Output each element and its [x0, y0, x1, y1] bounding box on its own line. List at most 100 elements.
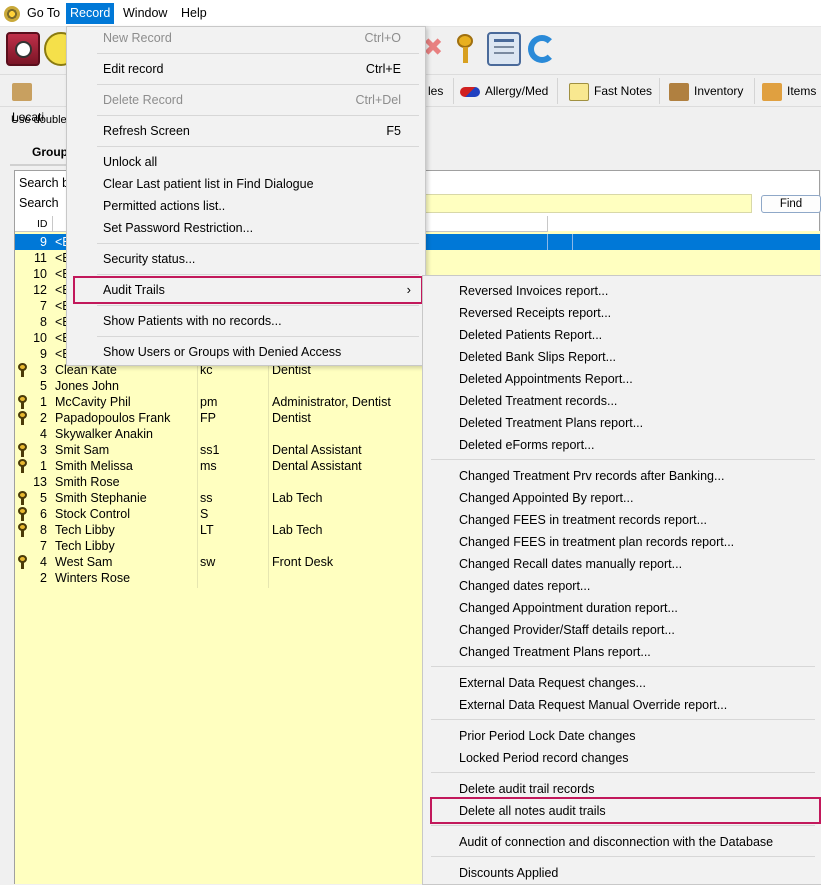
row-name: Papadopoulos Frank	[55, 411, 171, 425]
submenu-item-label: Locked Period record changes	[459, 751, 629, 765]
id-column-header: ID	[37, 218, 48, 230]
row-id: 2	[40, 411, 47, 425]
group-tab[interactable]: Group	[10, 140, 70, 166]
menu-item-label: Security status...	[103, 252, 196, 266]
record-menu-item-edit-record[interactable]: Edit record Ctrl+E	[67, 58, 425, 80]
search-by-label: Search b	[19, 176, 70, 190]
record-menu-item-clear-last-patient-list-in-find-dialogue[interactable]: Clear Last patient list in Find Dialogue	[67, 173, 425, 195]
row-role: Dentist	[272, 411, 311, 425]
tab-fast-notes[interactable]: Fast Notes	[565, 78, 660, 104]
delete-notes-highlight	[430, 797, 821, 824]
submenu-item-label: Deleted Treatment records...	[459, 394, 618, 408]
menu-window[interactable]: Window	[119, 3, 171, 24]
submenu-item-label: Changed Treatment Plans report...	[459, 645, 651, 659]
app-gear-icon[interactable]	[4, 6, 20, 22]
row-role: Front Desk	[272, 555, 334, 569]
audit-item-prior-period-lock-date-changes[interactable]: Prior Period Lock Date changes	[423, 725, 821, 747]
column-divider	[197, 362, 198, 588]
audit-item-audit-of-connection-and-disconnection-with-the-database[interactable]: Audit of connection and disconnection wi…	[423, 831, 821, 853]
row-login: ms	[200, 459, 217, 473]
submenu-item-label: Deleted Bank Slips Report...	[459, 350, 617, 364]
audit-item-changed-fees-in-treatment-plan-records-report[interactable]: Changed FEES in treatment plan records r…	[423, 531, 821, 553]
tab-label: Items	[787, 84, 817, 98]
menu-separator	[97, 115, 419, 116]
refresh-icon[interactable]	[525, 32, 559, 66]
audit-item-deleted-bank-slips-report[interactable]: Deleted Bank Slips Report...	[423, 346, 821, 368]
audit-item-changed-dates-report[interactable]: Changed dates report...	[423, 575, 821, 597]
audit-item-deleted-appointments-report[interactable]: Deleted Appointments Report...	[423, 368, 821, 390]
audit-item-external-data-request-manual-override-report[interactable]: External Data Request Manual Override re…	[423, 694, 821, 716]
audit-item-changed-appointment-duration-report[interactable]: Changed Appointment duration report...	[423, 597, 821, 619]
audit-item-deleted-treatment-records[interactable]: Deleted Treatment records...	[423, 390, 821, 412]
tab-allergy-med[interactable]: Allergy/Med	[456, 78, 558, 104]
submenu-separator	[431, 772, 815, 773]
clock-book-icon[interactable]	[6, 32, 40, 66]
document-icon[interactable]	[487, 32, 521, 66]
row-role: Lab Tech	[272, 491, 323, 505]
record-menu-item-new-record: New Record Ctrl+O	[67, 27, 425, 49]
audit-item-changed-provider-staff-details-report[interactable]: Changed Provider/Staff details report...	[423, 619, 821, 641]
row-id: 12	[33, 283, 47, 297]
tab-roles[interactable]: les	[424, 78, 454, 104]
row-id: 6	[40, 507, 47, 521]
record-menu-item-show-patients-with-no-records[interactable]: Show Patients with no records...	[67, 310, 425, 332]
submenu-separator	[431, 825, 815, 826]
find-button[interactable]: Find	[761, 195, 821, 213]
record-menu-item-show-users-or-groups-with-denied-access[interactable]: Show Users or Groups with Denied Access	[67, 341, 425, 363]
row-id: 10	[33, 267, 47, 281]
group-label: Group	[32, 145, 68, 159]
audit-item-changed-recall-dates-manually-report[interactable]: Changed Recall dates manually report...	[423, 553, 821, 575]
audit-item-deleted-treatment-plans-report[interactable]: Deleted Treatment Plans report...	[423, 412, 821, 434]
tab-locations[interactable]: Locati	[8, 78, 68, 124]
menu-separator	[97, 274, 419, 275]
audit-item-external-data-request-changes[interactable]: External Data Request changes...	[423, 672, 821, 694]
audit-item-reversed-receipts-report[interactable]: Reversed Receipts report...	[423, 302, 821, 324]
row-id: 13	[33, 475, 47, 489]
house-icon	[12, 82, 32, 101]
menu-item-label: Clear Last patient list in Find Dialogue	[103, 177, 314, 191]
row-role: Dental Assistant	[272, 443, 362, 457]
menu-item-label: Edit record	[103, 62, 164, 76]
submenu-item-label: Reversed Invoices report...	[459, 284, 609, 298]
row-id: 9	[40, 235, 47, 249]
key-icon[interactable]	[450, 32, 484, 66]
record-menu-item-unlock-all[interactable]: Unlock all	[67, 151, 425, 173]
record-menu-item-refresh-screen[interactable]: Refresh Screen F5	[67, 120, 425, 142]
row-id: 3	[40, 363, 47, 377]
menu-goto[interactable]: Go To	[23, 3, 64, 24]
items-icon	[762, 82, 782, 101]
audit-item-changed-treatment-plans-report[interactable]: Changed Treatment Plans report...	[423, 641, 821, 663]
tab-inventory[interactable]: Inventory	[665, 78, 755, 104]
audit-item-deleted-eforms-report[interactable]: Deleted eForms report...	[423, 434, 821, 456]
audit-item-changed-treatment-prv-records-after-banking[interactable]: Changed Treatment Prv records after Bank…	[423, 465, 821, 487]
menu-item-label: Delete Record	[103, 93, 183, 107]
search-label: Search	[19, 196, 59, 210]
menu-item-shortcut: Ctrl+E	[365, 62, 401, 76]
menu-item-label: Unlock all	[103, 155, 158, 169]
menu-separator	[97, 146, 419, 147]
audit-item-changed-appointed-by-report[interactable]: Changed Appointed By report...	[423, 487, 821, 509]
menu-item-label: New Record	[103, 31, 172, 45]
menu-record[interactable]: Record	[66, 3, 115, 24]
tab-items[interactable]: Items	[758, 78, 820, 104]
record-menu-item-security-status[interactable]: Security status...	[67, 248, 425, 270]
record-menu-item-set-password-restriction[interactable]: Set Password Restriction...	[67, 217, 425, 239]
audit-item-changed-fees-in-treatment-records-report[interactable]: Changed FEES in treatment records report…	[423, 509, 821, 531]
audit-item-reversed-invoices-report[interactable]: Reversed Invoices report...	[423, 280, 821, 302]
submenu-item-label: Prior Period Lock Date changes	[459, 729, 636, 743]
submenu-item-label: Changed Recall dates manually report...	[459, 557, 683, 571]
audit-item-discounts-applied[interactable]: Discounts Applied	[423, 862, 821, 884]
search-input[interactable]	[425, 194, 752, 213]
record-menu: New Record Ctrl+O Edit record Ctrl+E Delete …	[66, 26, 426, 366]
submenu-item-label: Deleted Patients Report...	[459, 328, 603, 342]
record-menu-item-permitted-actions-list[interactable]: Permitted actions list..	[67, 195, 425, 217]
row-id: 3	[40, 443, 47, 457]
row-name: Tech Libby	[55, 523, 115, 537]
tab-label: Fast Notes	[594, 84, 653, 98]
row-id: 5	[40, 379, 47, 393]
menu-help[interactable]: Help	[177, 3, 211, 24]
audit-item-locked-period-record-changes[interactable]: Locked Period record changes	[423, 747, 821, 769]
audit-item-deleted-patients-report[interactable]: Deleted Patients Report...	[423, 324, 821, 346]
row-id: 5	[40, 491, 47, 505]
audit-trails-submenu: Reversed Invoices report... Reversed Rece…	[422, 275, 821, 885]
